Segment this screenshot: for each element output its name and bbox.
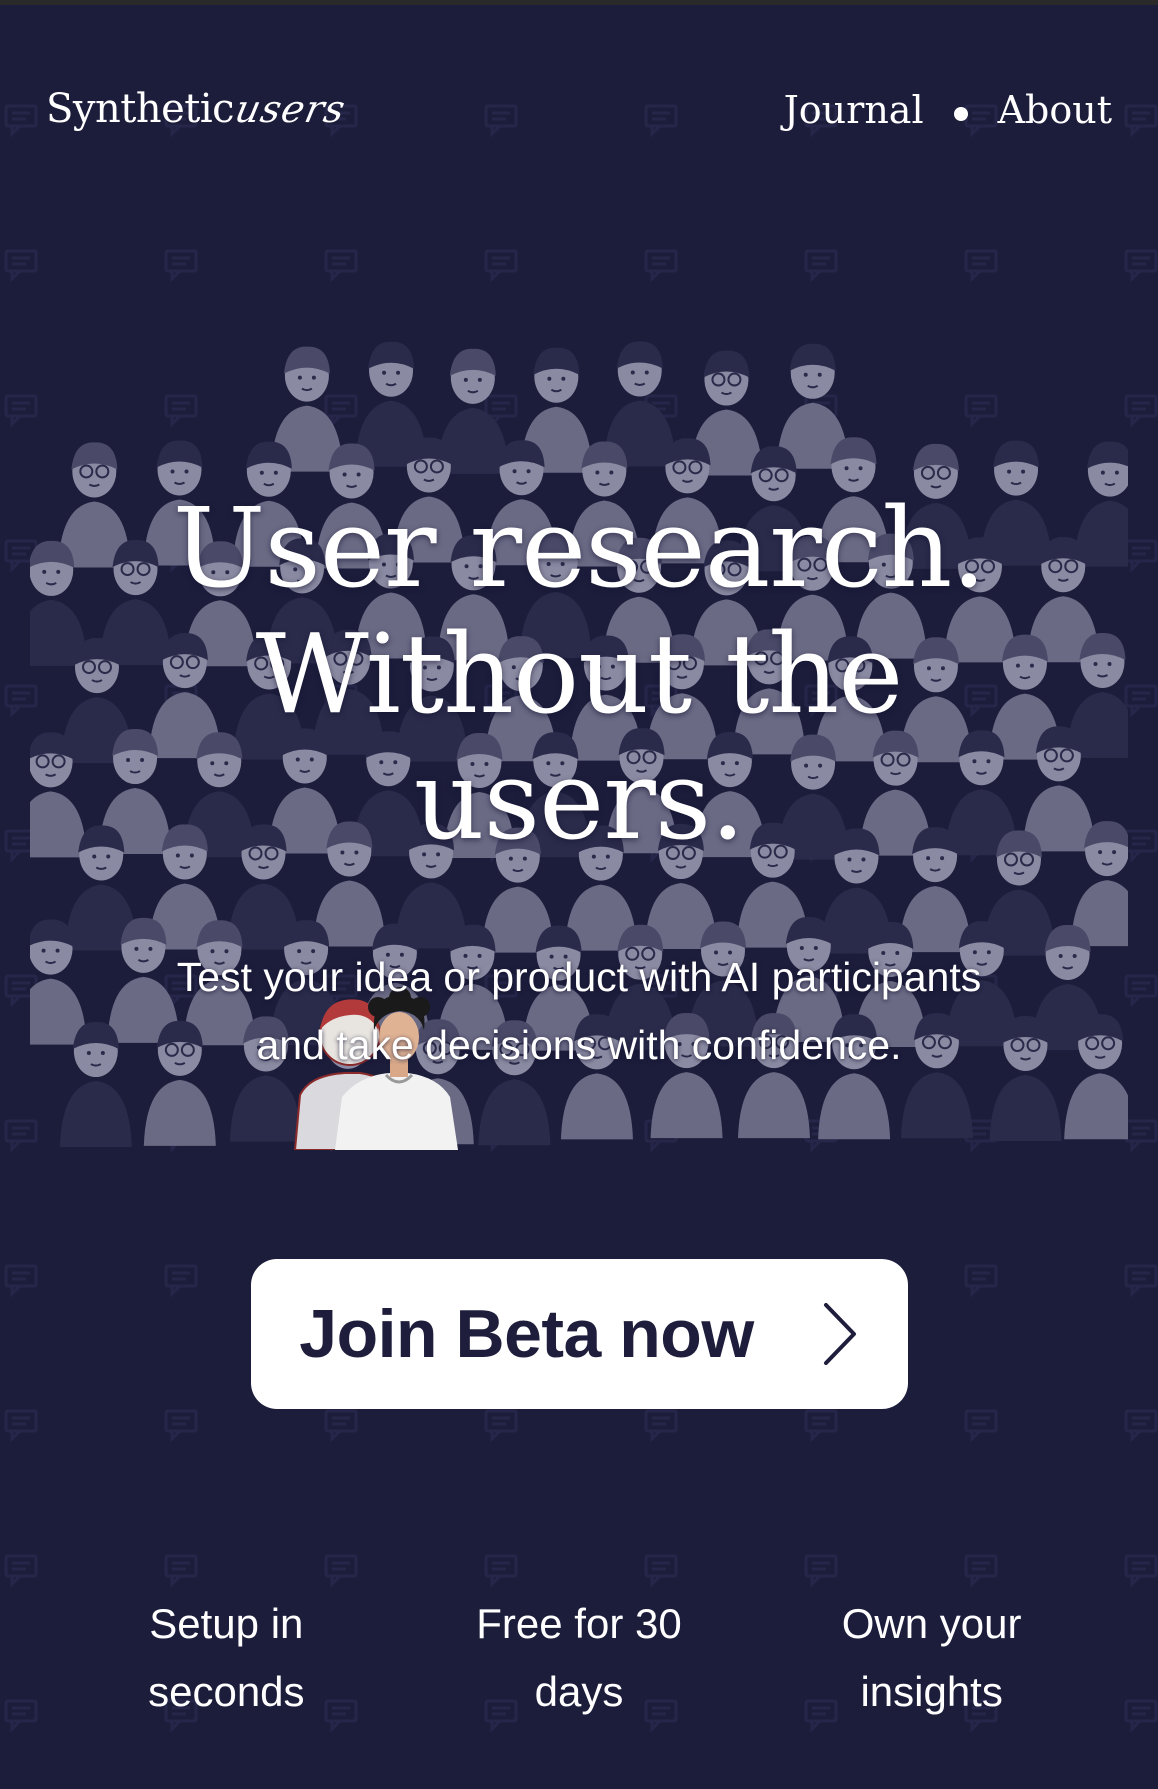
feature-free-trial: Free for 30 days (434, 1590, 724, 1726)
hero-section: User research. Without the users. Test y… (0, 485, 1158, 1079)
nav-link-about[interactable]: About (998, 88, 1112, 132)
logo-wordmark: Synthetic (46, 86, 235, 132)
hero-title: User research. Without the users. (0, 485, 1158, 863)
nav-link-journal[interactable]: Journal (784, 88, 924, 132)
hero-title-line: Without the (255, 610, 904, 738)
chevron-right-icon (823, 1303, 856, 1365)
join-beta-button[interactable]: Join Beta now (251, 1259, 908, 1409)
feature-line: days (534, 1668, 624, 1715)
feature-line: insights (860, 1668, 1003, 1715)
feature-own-insights: Own your insights (787, 1590, 1077, 1726)
hero-subtitle-line: and take decisions with confidence. (256, 1022, 902, 1068)
feature-setup: Setup in seconds (81, 1590, 371, 1726)
site-header: Synthetic users Journal About (0, 0, 1158, 230)
feature-line: Free for 30 (476, 1600, 682, 1647)
logo[interactable]: Synthetic users (46, 86, 350, 132)
main-nav: Journal About (784, 88, 1112, 132)
hero-subtitle-line: Test your idea or product with AI partic… (176, 954, 982, 1000)
join-beta-label: Join Beta now (299, 1296, 754, 1372)
nav-separator-dot (953, 107, 968, 121)
hero-title-line: User research. (172, 484, 987, 612)
features-row: Setup in seconds Free for 30 days Own yo… (0, 1590, 1158, 1726)
feature-line: Own your (841, 1600, 1022, 1647)
logo-script-text: users (231, 87, 350, 131)
feature-line: Setup in (149, 1600, 304, 1647)
hero-title-line: users. (413, 736, 745, 864)
hero-subtitle: Test your idea or product with AI partic… (0, 943, 1158, 1079)
feature-line: seconds (148, 1668, 305, 1715)
